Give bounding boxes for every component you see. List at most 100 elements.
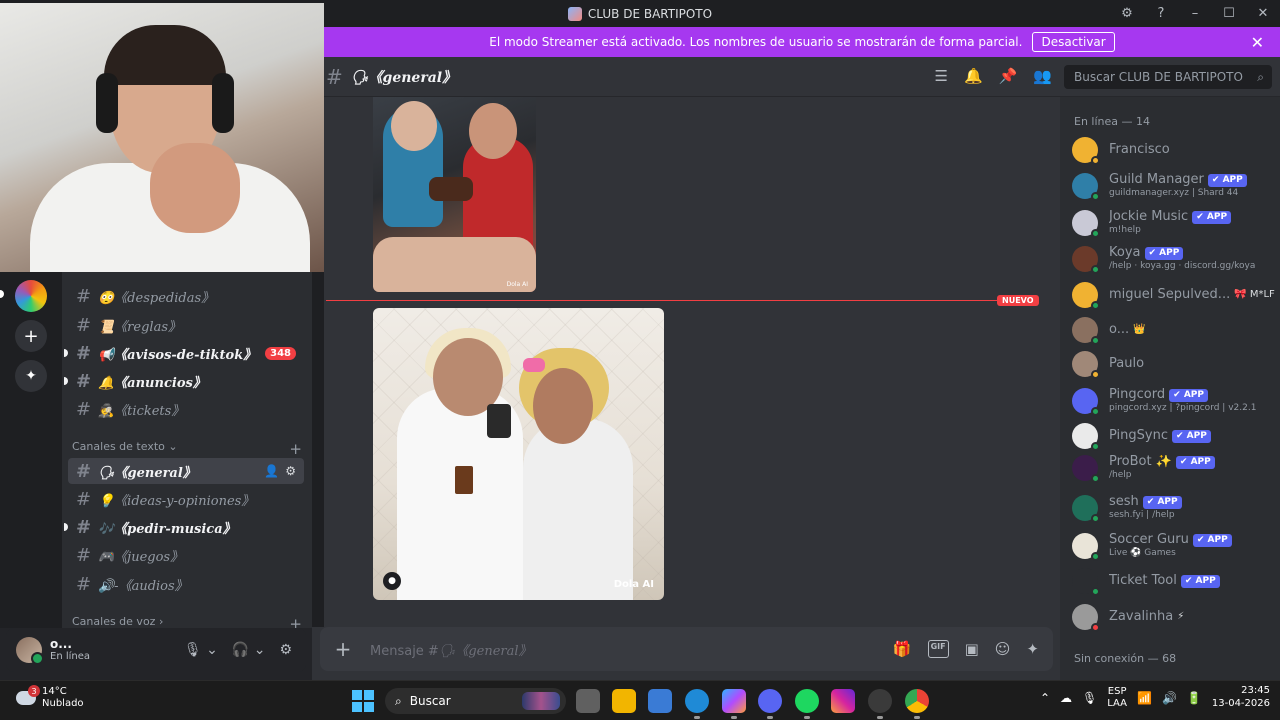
member-name: o... (1109, 322, 1130, 337)
sticker-icon[interactable]: ▣ (965, 640, 979, 658)
status-dot (1091, 407, 1100, 416)
help-icon[interactable]: ? (1144, 6, 1178, 21)
status-dot (1091, 301, 1100, 310)
start-button[interactable] (352, 690, 374, 712)
inbox-icon[interactable]: ⚙ (1110, 6, 1144, 21)
category-text-channels[interactable]: Canales de texto ⌄ + (72, 440, 302, 458)
attach-plus-icon[interactable]: + (332, 637, 354, 661)
settings-icon[interactable]: ⚙ (285, 464, 296, 478)
apps-icon[interactable]: ✦ (1026, 640, 1039, 658)
close-button[interactable]: ✕ (1246, 6, 1280, 21)
banner-close-icon[interactable]: ✕ (1251, 33, 1264, 52)
copilot-icon[interactable] (722, 689, 746, 719)
member-name-row: Koya ✔ APP (1109, 246, 1255, 261)
avatar[interactable] (16, 637, 44, 665)
edge-icon[interactable] (685, 689, 709, 719)
status-dot (1091, 192, 1100, 201)
channel-avisos-de-tiktok[interactable]: # 📢《avisos-de-tiktok》 348 (64, 340, 304, 366)
member-item[interactable]: Soccer Guru ✔ APP Live ⚽ Games (1072, 529, 1276, 563)
channel-despedidas[interactable]: # 😳《despedidas》 (68, 283, 304, 309)
volume-icon[interactable]: 🔊 (1162, 691, 1177, 705)
server-rail: + ✦ (0, 272, 62, 628)
channel-name: 📢《avisos-de-tiktok》 (98, 347, 257, 363)
channel-audios[interactable]: # 🔊-《audios》 (68, 571, 304, 597)
message-composer[interactable]: + Mensaje #🗣《general》 🎁 GIF ▣ ☺ ✦ (320, 627, 1053, 671)
member-item[interactable]: miguel Sepulved... 🎀 M*LF (1072, 278, 1276, 312)
chrome-icon[interactable] (905, 689, 929, 719)
message-image-2[interactable]: ● Dola AI (373, 308, 664, 600)
member-item[interactable]: Jockie Music ✔ APP m!help (1072, 206, 1276, 240)
member-name-row: miguel Sepulved... 🎀 M*LF (1109, 288, 1275, 303)
channel-name: 🗣《general》 (98, 465, 196, 481)
user-names[interactable]: o... En línea (50, 637, 90, 663)
channel-general[interactable]: # 🗣《general》 👤 ⚙ (68, 458, 304, 484)
language-indicator[interactable]: ESP LAA (1107, 686, 1127, 710)
channel-tickets[interactable]: # 🕵️《tickets》 (68, 396, 304, 422)
gift-icon[interactable]: 🎁 (893, 640, 912, 658)
search-input[interactable]: Buscar CLUB DE BARTIPOTO ⌕ (1064, 65, 1272, 89)
channel-pedir-musica[interactable]: # 🎶《pedir-musica》 (64, 514, 304, 540)
battery-icon[interactable]: 🔋 (1187, 691, 1202, 705)
member-item[interactable]: Zavalinha ⚡ (1072, 600, 1276, 634)
add-server-icon[interactable]: + (15, 320, 47, 352)
hash-icon: # (76, 544, 92, 566)
obs-icon[interactable] (868, 689, 892, 719)
instagram-icon[interactable] (831, 689, 855, 713)
member-item[interactable]: o... 👑 (1072, 313, 1276, 347)
wifi-icon[interactable]: 📶 (1137, 691, 1152, 705)
channel-anuncios[interactable]: # 🔔《anuncios》 (64, 368, 304, 394)
time: 23:45 (1241, 685, 1270, 696)
invite-icon[interactable]: 👤 (264, 464, 279, 478)
photo-pink-bow (523, 358, 545, 372)
webcam-person-hands (150, 143, 240, 233)
channel-juegos[interactable]: # 🎮《juegos》 (68, 542, 304, 568)
weather-widget[interactable]: 3 14°C Nublado (16, 685, 84, 710)
threads-icon[interactable]: ☰ (934, 67, 947, 85)
gif-icon[interactable]: GIF (927, 640, 949, 658)
member-item[interactable]: Paulo (1072, 347, 1276, 381)
unread-indicator (64, 377, 68, 385)
disable-streamer-button[interactable]: Desactivar (1032, 32, 1115, 52)
server-icon-club[interactable] (15, 280, 47, 312)
members-icon[interactable]: 👥 (1033, 67, 1052, 85)
member-item[interactable]: Ticket Tool ✔ APP (1072, 564, 1276, 598)
emoji-icon[interactable]: ☺ (995, 640, 1011, 658)
discord-icon[interactable] (758, 689, 782, 719)
member-item[interactable]: sesh ✔ APP sesh.fyi | /help (1072, 491, 1276, 525)
explore-icon[interactable]: ✦ (15, 360, 47, 392)
member-item[interactable]: ProBot ✨ ✔ APP/help (1072, 451, 1276, 485)
microphone-icon[interactable]: 🎙 (1082, 691, 1097, 705)
channel-ideas-y-opiniones[interactable]: # 💡《ideas-y-opiniones》 (68, 486, 304, 512)
spotify-icon[interactable] (795, 689, 819, 719)
member-item[interactable]: Guild Manager ✔ APP guildmanager.xyz | Sha… (1072, 169, 1276, 203)
member-info: Koya ✔ APP/help · koya.gg · discord.gg/ko… (1109, 246, 1255, 271)
member-item[interactable]: Koya ✔ APP/help · koya.gg · discord.gg/ko… (1072, 242, 1276, 276)
gear-icon[interactable]: ⚙ (279, 642, 292, 658)
pin-icon[interactable]: 📌 (999, 67, 1018, 85)
headphones-icon[interactable]: 🎧 ⌄ (232, 642, 266, 658)
microphone-icon[interactable]: 🎙 ⌄ (184, 642, 218, 658)
bell-icon[interactable]: 🔔 (964, 67, 983, 85)
member-item[interactable]: PingSync ✔ APP (1072, 419, 1276, 453)
channel-reglas[interactable]: # 📜《reglas》 (68, 312, 304, 338)
weather-badge: 3 (28, 685, 40, 697)
taskbar-search[interactable]: ⌕ Buscar (385, 688, 566, 714)
member-name-row: o... 👑 (1109, 323, 1146, 338)
chevron-up-icon[interactable]: ⌃ (1040, 691, 1050, 705)
maximize-button[interactable]: ☐ (1212, 6, 1246, 21)
add-channel-icon[interactable]: + (289, 615, 302, 628)
message-input[interactable]: Mensaje #🗣《general》 (370, 640, 532, 659)
file-explorer-icon[interactable] (612, 689, 636, 713)
message-image-1[interactable]: Dola AI (373, 97, 536, 292)
task-view-icon[interactable] (576, 689, 600, 713)
online-header: En línea — 14 (1074, 115, 1151, 128)
clock[interactable]: 23:45 13-04-2026 (1212, 685, 1270, 710)
onedrive-icon[interactable]: ☁ (1060, 691, 1072, 705)
store-icon[interactable] (648, 689, 672, 713)
add-channel-icon[interactable]: + (289, 440, 302, 458)
member-item[interactable]: Pingcord ✔ APP pingcord.xyz | ?pingcord | … (1072, 384, 1276, 418)
member-item[interactable]: Francisco (1072, 133, 1276, 167)
minimize-button[interactable]: – (1178, 6, 1212, 21)
member-name-row: Soccer Guru ✔ APP (1109, 533, 1232, 548)
category-voice-channels[interactable]: Canales de voz › + (72, 615, 302, 628)
